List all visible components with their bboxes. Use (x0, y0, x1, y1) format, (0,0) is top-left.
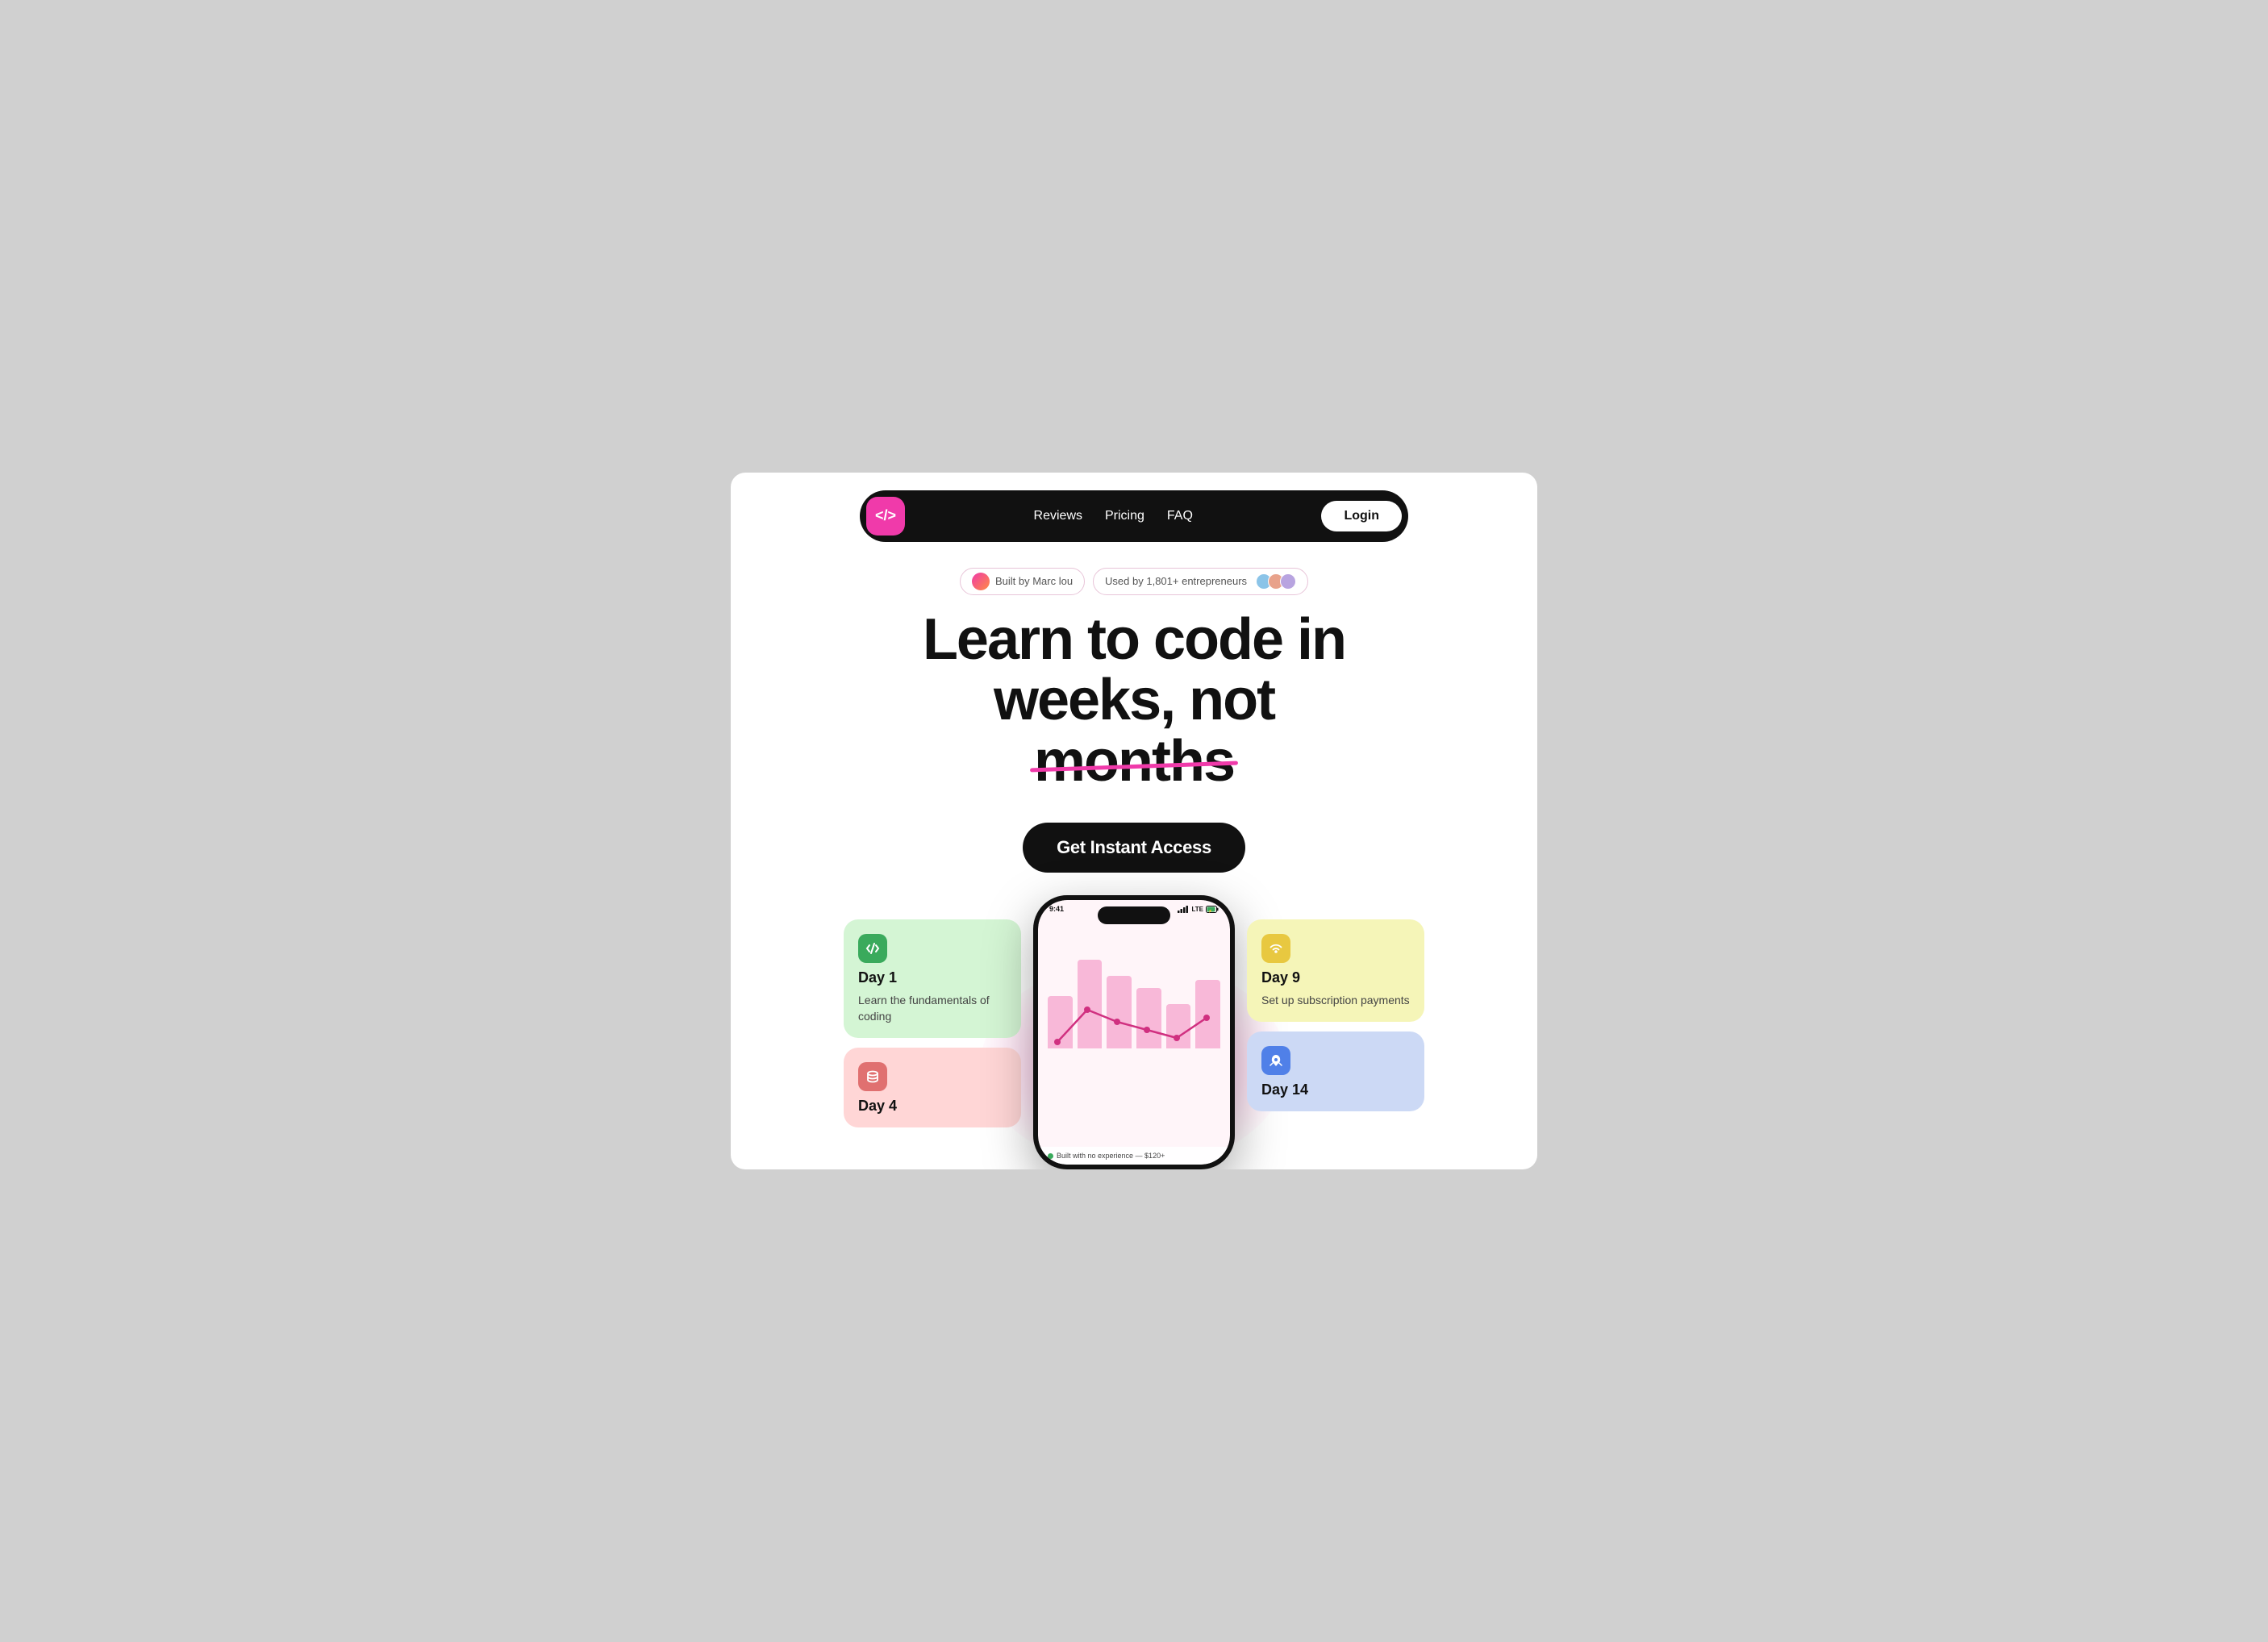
dot-green (1048, 1153, 1053, 1159)
battery-icon: ⚡ (1206, 906, 1219, 913)
card-day4: Day 4 (844, 1048, 1021, 1127)
used-by-text: Used by 1,801+ entrepreneurs (1105, 575, 1247, 587)
card-day14: Day 14 (1247, 1031, 1424, 1111)
bar-6 (1195, 980, 1220, 1048)
card-icon-day9 (1261, 934, 1290, 963)
cta-label: Get Instant Access (1057, 837, 1211, 858)
card-day1-title: Day 1 (858, 969, 1007, 986)
phone-signal: LTE ⚡ (1178, 905, 1219, 913)
badges-row: Built by Marc lou Used by 1,801+ entrepr… (779, 568, 1489, 595)
lte-text: LTE (1191, 906, 1203, 913)
login-button[interactable]: Login (1321, 501, 1402, 531)
phone-mockup: 9:41 LTE (1021, 895, 1247, 1169)
wifi-icon (1269, 941, 1283, 956)
code-icon (865, 941, 880, 956)
built-by-badge: Built by Marc lou (960, 568, 1085, 595)
user-avatar-3 (1280, 573, 1296, 590)
cards-right: Day 9 Set up subscription payments Day 1… (1247, 919, 1424, 1111)
page-wrapper: </> Reviews Pricing FAQ Login Built by M… (731, 473, 1537, 1170)
bar-5 (1166, 1004, 1191, 1048)
hero-line2: weeks, not (994, 668, 1274, 732)
bar-4 (1136, 988, 1161, 1048)
cta-button[interactable]: Get Instant Access (1023, 823, 1245, 873)
hero-title: Learn to code in weeks, not months (779, 610, 1489, 793)
used-by-badge: Used by 1,801+ entrepreneurs (1093, 568, 1308, 595)
card-day9: Day 9 Set up subscription payments (1247, 919, 1424, 1022)
nav-link-reviews[interactable]: Reviews (1034, 509, 1082, 523)
database-icon (865, 1069, 880, 1084)
phone-notch (1098, 906, 1170, 924)
cards-left: Day 1 Learn the fundamentals of coding D… (844, 919, 1021, 1127)
hero-strikethrough: months (1034, 731, 1234, 793)
phone-bottom-label: Built with no experience — $120+ (1038, 1147, 1230, 1165)
bar-3 (1107, 976, 1132, 1048)
nav-links: Reviews Pricing FAQ (1034, 509, 1193, 523)
marc-avatar (972, 573, 990, 590)
phone-label-text: Built with no experience — $120+ (1057, 1152, 1165, 1160)
chart-bars (1048, 919, 1220, 1048)
navbar: </> Reviews Pricing FAQ Login (860, 490, 1408, 542)
card-day1: Day 1 Learn the fundamentals of coding (844, 919, 1021, 1037)
nav-link-pricing[interactable]: Pricing (1105, 509, 1144, 523)
rocket-icon (1269, 1053, 1283, 1068)
card-icon-day4 (858, 1062, 887, 1091)
bar-2 (1078, 960, 1103, 1048)
built-by-text: Built by Marc lou (995, 575, 1073, 587)
card-icon-day1 (858, 934, 887, 963)
nav-link-faq[interactable]: FAQ (1167, 509, 1193, 523)
phone-screen: 9:41 LTE (1038, 900, 1230, 1165)
svg-text:⚡: ⚡ (1208, 909, 1212, 913)
bottom-section: Day 1 Learn the fundamentals of coding D… (731, 895, 1537, 1169)
phone-time: 9:41 (1049, 905, 1064, 913)
hero-strikethrough-text: months (1034, 729, 1234, 794)
logo-text: </> (875, 507, 896, 524)
hero-section: Built by Marc lou Used by 1,801+ entrepr… (731, 560, 1537, 896)
card-day9-title: Day 9 (1261, 969, 1410, 986)
phone-frame: 9:41 LTE (1033, 895, 1235, 1169)
signal-icon (1178, 905, 1189, 913)
phone-chart (1038, 913, 1230, 1074)
bar-1 (1048, 996, 1073, 1048)
card-icon-day14 (1261, 1046, 1290, 1075)
card-day9-desc: Set up subscription payments (1261, 993, 1410, 1009)
card-day1-desc: Learn the fundamentals of coding (858, 993, 1007, 1024)
hero-line1: Learn to code in (923, 607, 1345, 672)
card-day4-title: Day 4 (858, 1098, 1007, 1115)
card-day14-title: Day 14 (1261, 1081, 1410, 1098)
nav-logo[interactable]: </> (866, 497, 905, 536)
